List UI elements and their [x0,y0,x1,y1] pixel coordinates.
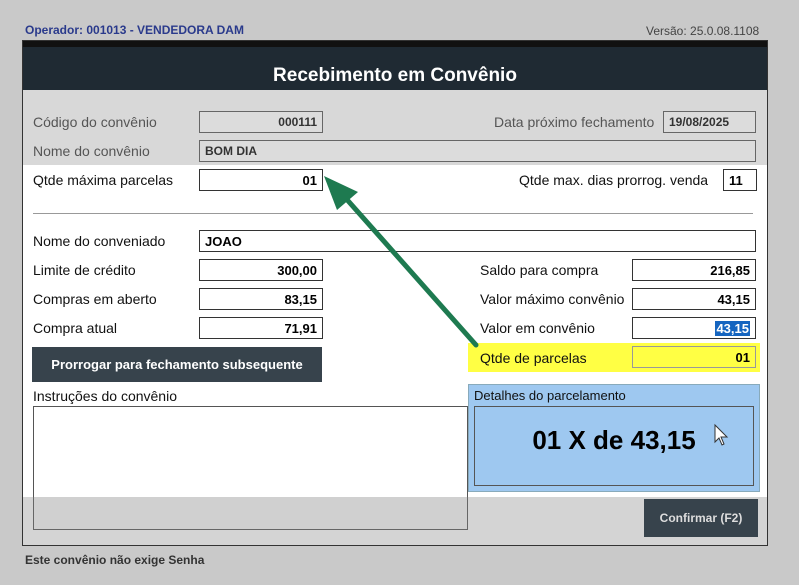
mouse-pointer-icon [714,423,729,446]
annotation-overlay [324,176,729,446]
annotation-arrow-icon [324,176,479,348]
